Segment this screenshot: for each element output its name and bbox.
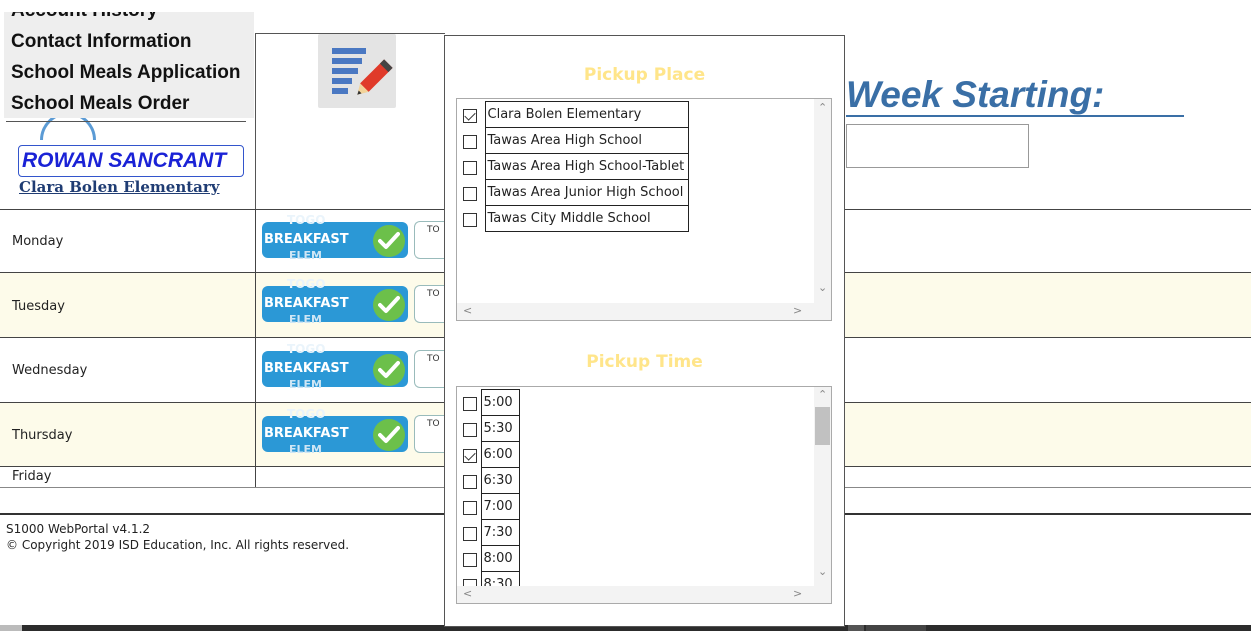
place-label: Clara Bolen Elementary	[484, 101, 690, 128]
meal-button-tuesday[interactable]: TOGO BREAKFAST ELEM	[262, 277, 408, 326]
meal-label-line2: BREAKFAST	[264, 361, 349, 376]
day-label: Wednesday	[12, 363, 88, 378]
scroll-left-icon[interactable]: <	[463, 587, 472, 600]
place-option[interactable]: Tawas City Middle School	[459, 205, 690, 232]
scroll-right-icon[interactable]: >	[793, 587, 802, 600]
menu-item-account-history[interactable]: Account History	[11, 12, 158, 22]
scroll-right-icon[interactable]: >	[793, 304, 802, 317]
meal-label-line1: TOGO	[287, 342, 326, 356]
week-title-underline	[846, 115, 1184, 117]
meal-label-line1: TOGO	[287, 213, 326, 227]
horizontal-scrollbar[interactable]: < >	[457, 586, 831, 603]
meal-label-line2: BREAKFAST	[264, 296, 349, 311]
checkbox[interactable]	[463, 474, 477, 489]
footer-copyright: © Copyright 2019 ISD Education, Inc. All…	[6, 538, 350, 552]
meal-label-line3: ELEM	[289, 378, 322, 391]
check-icon	[373, 419, 405, 451]
meal-label-line3: ELEM	[289, 249, 322, 262]
scroll-left-icon[interactable]: <	[463, 304, 472, 317]
check-icon	[373, 354, 405, 386]
pickup-modal: Pickup Place Clara Bolen Elementary Tawa…	[444, 35, 845, 627]
meal-button-wednesday[interactable]: TOGO BREAKFAST ELEM	[262, 342, 408, 391]
place-label: Tawas City Middle School	[484, 205, 690, 232]
checkbox[interactable]	[463, 160, 477, 175]
scroll-up-icon[interactable]: ⌃	[818, 101, 827, 114]
week-starting-title: Week Starting:	[846, 74, 1105, 115]
time-option[interactable]: 5:00	[459, 389, 520, 416]
scroll-down-icon[interactable]: ⌄	[818, 565, 827, 578]
day-label: Friday	[12, 469, 52, 484]
menu-item-school-meals-order[interactable]: School Meals Order	[11, 93, 189, 115]
meal-button-thursday[interactable]: TOGO BREAKFAST ELEM	[262, 407, 408, 456]
column-divider	[255, 209, 256, 487]
checkbox[interactable]	[463, 134, 477, 149]
time-label: 5:30	[480, 415, 520, 442]
vertical-scrollbar[interactable]: ⌃ ⌄	[814, 99, 831, 303]
time-label: 6:30	[480, 467, 520, 494]
time-label: 6:00	[480, 441, 520, 468]
time-option[interactable]: 7:00	[459, 493, 520, 520]
meal-button-monday[interactable]: TOGO BREAKFAST ELEM	[262, 213, 408, 262]
time-label: 8:00	[480, 545, 520, 572]
place-option[interactable]: Tawas Area High School	[459, 127, 690, 154]
meal-label-line2: BREAKFAST	[264, 426, 349, 441]
pickup-time-title: Pickup Time	[586, 352, 703, 372]
menu-item-contact-information[interactable]: Contact Information	[11, 31, 192, 53]
checkbox[interactable]	[463, 422, 477, 437]
place-option[interactable]: Clara Bolen Elementary	[459, 101, 690, 128]
checkbox[interactable]	[463, 396, 477, 411]
pickup-place-list[interactable]: Clara Bolen Elementary Tawas Area High S…	[456, 98, 832, 321]
place-label: Tawas Area Junior High School	[484, 179, 690, 206]
time-label: 5:00	[480, 389, 520, 416]
time-option[interactable]: 6:30	[459, 467, 520, 494]
scroll-down-icon[interactable]: ⌄	[818, 281, 827, 294]
check-icon	[373, 289, 405, 321]
edit-document-icon[interactable]	[318, 34, 396, 108]
time-label: 7:30	[480, 519, 520, 546]
checkbox[interactable]	[463, 500, 477, 515]
checkbox[interactable]	[463, 186, 477, 201]
time-label: 7:00	[480, 493, 520, 520]
time-option[interactable]: 7:30	[459, 519, 520, 546]
meal-label-line1: TOGO	[287, 277, 326, 291]
vertical-scrollbar[interactable]: ⌃ ⌄	[814, 387, 831, 586]
scroll-up-icon[interactable]: ⌃	[818, 388, 827, 401]
meal-label-line2: BREAKFAST	[264, 232, 349, 247]
checkbox[interactable]	[463, 212, 477, 227]
meal-label-line3: ELEM	[289, 443, 322, 456]
checkbox-checked[interactable]	[463, 108, 477, 123]
day-label: Thursday	[12, 428, 73, 443]
time-option[interactable]: 5:30	[459, 415, 520, 442]
day-label: Tuesday	[12, 299, 65, 314]
school-link[interactable]: Clara Bolen Elementary	[19, 178, 220, 196]
account-menu: Account History Contact Information Scho…	[4, 12, 254, 118]
place-option[interactable]: Tawas Area High School-Tablet	[459, 153, 690, 180]
scrollbar-thumb[interactable]	[815, 407, 830, 445]
meal-label-line3: ELEM	[289, 313, 322, 326]
checkbox[interactable]	[463, 552, 477, 567]
pickup-place-title: Pickup Place	[583, 65, 706, 85]
pickup-time-list[interactable]: 5:00 5:30 6:00 6:30 7:00 7:30 8:00 8:30 …	[456, 386, 832, 604]
week-start-input[interactable]	[846, 124, 1029, 168]
checkbox-checked[interactable]	[463, 448, 477, 463]
time-option[interactable]: 8:00	[459, 545, 520, 572]
footer-version: S1000 WebPortal v4.1.2	[6, 522, 151, 536]
time-option[interactable]: 6:00	[459, 441, 520, 468]
place-option[interactable]: Tawas Area Junior High School	[459, 179, 690, 206]
day-label: Monday	[12, 234, 64, 249]
student-name: ROWAN SANCRANT	[18, 145, 244, 177]
meal-label-line1: TOGO	[287, 407, 326, 421]
checkbox[interactable]	[463, 526, 477, 541]
avatar-divider	[6, 121, 246, 122]
place-label: Tawas Area High School	[484, 127, 690, 154]
check-icon	[373, 225, 405, 257]
horizontal-scrollbar[interactable]: < >	[457, 303, 831, 320]
menu-item-school-meals-application[interactable]: School Meals Application	[11, 62, 240, 84]
header-column-divider	[255, 33, 256, 209]
place-label: Tawas Area High School-Tablet	[484, 153, 690, 180]
